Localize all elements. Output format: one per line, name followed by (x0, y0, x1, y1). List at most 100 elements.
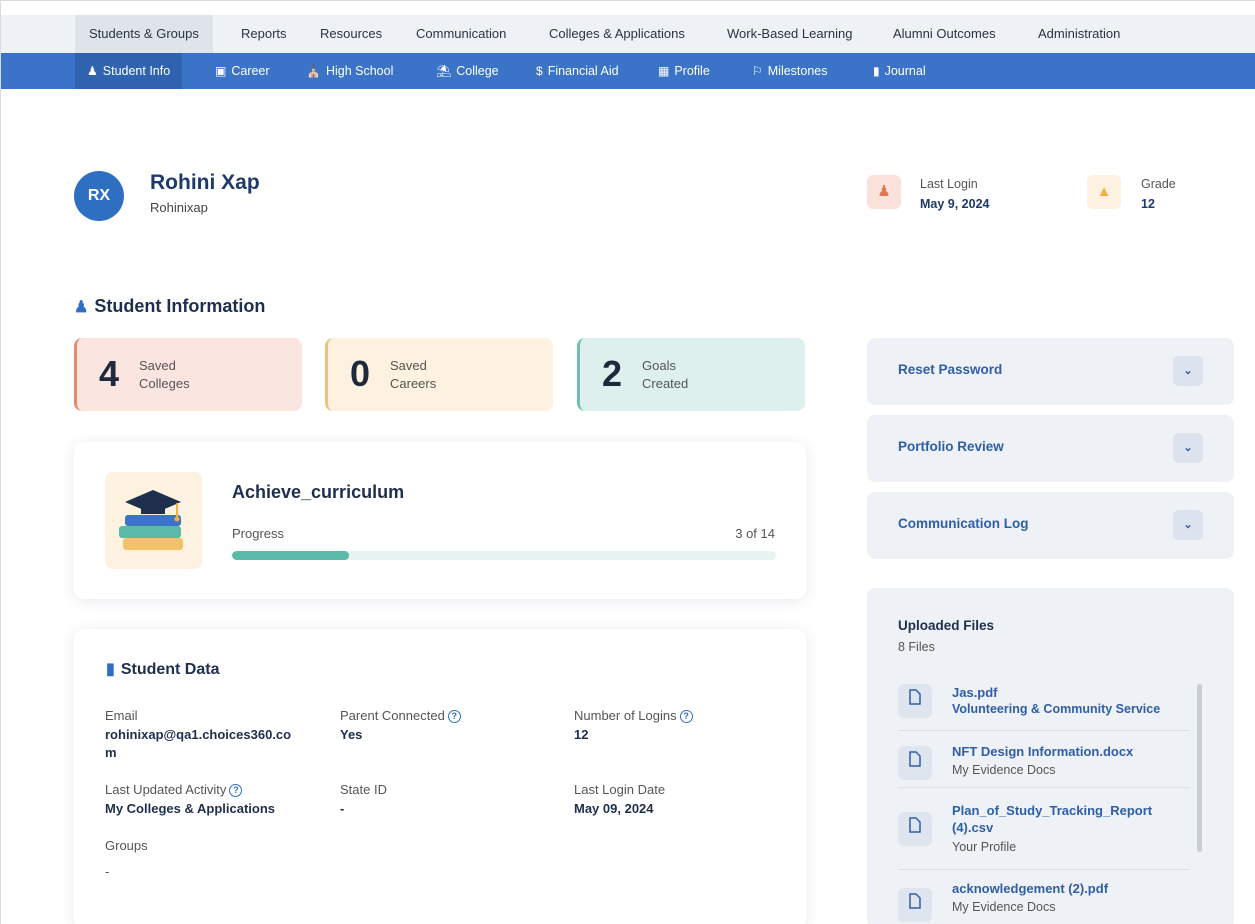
sub-nav-financial-aid[interactable]: $ Financial Aid (524, 53, 631, 89)
sub-nav: ♟ Student Info ▣ Career ⛪ High School ⛱ Coll… (1, 53, 1255, 89)
id-card-icon: ▦ (658, 64, 670, 78)
file-icon (898, 684, 932, 718)
number-of-logins-value: 12 (574, 727, 589, 742)
sub-nav-label: High School (325, 64, 394, 78)
curriculum-card[interactable]: Achieve_curriculum Progress 3 of 14 (74, 442, 806, 599)
number-of-logins-label: Number of Logins? (574, 708, 693, 723)
top-nav-resources[interactable]: Resources (306, 15, 396, 53)
communication-log-accordion[interactable]: Communication Log ⌄ (867, 492, 1234, 559)
top-nav-administration[interactable]: Administration (1024, 15, 1134, 53)
saved-careers-card[interactable]: 0 Saved Careers (325, 338, 553, 411)
last-login-label: Last Login (920, 177, 978, 191)
file-name[interactable]: acknowledgement (2).pdf (952, 880, 1192, 897)
goals-created-label-2: Created (642, 376, 689, 391)
email-label: Email (105, 708, 138, 723)
portfolio-review-accordion[interactable]: Portfolio Review ⌄ (867, 415, 1234, 482)
sub-nav-label: Milestones (767, 64, 828, 78)
groups-label: Groups (105, 838, 148, 853)
number-of-logins-label-text: Number of Logins (574, 708, 677, 723)
grade-label: Grade (1141, 177, 1176, 191)
top-nav-communication[interactable]: Communication (402, 15, 520, 53)
goals-created-card[interactable]: 2 Goals Created (577, 338, 805, 411)
help-icon[interactable]: ? (679, 710, 693, 723)
portfolio-review-label: Portfolio Review (898, 439, 1004, 454)
student-username: Rohinixap (150, 200, 208, 215)
sub-nav-milestones[interactable]: ⚐ Milestones (740, 53, 840, 89)
top-nav-work-based-learning[interactable]: Work-Based Learning (713, 15, 867, 53)
file-category: Volunteering & Community Service (952, 702, 1161, 716)
saved-colleges-label-2: Colleges (139, 376, 190, 391)
file-icon (898, 746, 932, 780)
state-id-value: - (340, 801, 345, 816)
file-category: Your Profile (952, 840, 1017, 854)
sub-nav-career[interactable]: ▣ Career (203, 53, 282, 89)
dollar-icon: $ (536, 64, 543, 78)
saved-colleges-card[interactable]: 4 Saved Colleges (74, 338, 302, 411)
user-icon: ♟ (867, 175, 901, 209)
file-name[interactable]: Jas.pdf (952, 684, 1192, 701)
saved-careers-label-1: Saved (390, 358, 427, 373)
progress-label: Progress (232, 526, 285, 541)
sub-nav-profile[interactable]: ▦ Profile (646, 53, 722, 89)
email-value-line-2: m (105, 745, 117, 760)
sub-nav-label: Profile (674, 64, 710, 78)
chevron-down-icon[interactable]: ⌄ (1173, 510, 1203, 540)
progress-bar-fill (232, 551, 349, 560)
saved-careers-count: 0 (350, 353, 371, 394)
sub-nav-journal[interactable]: ▮ Journal (861, 53, 938, 89)
briefcase-icon: ▣ (215, 64, 227, 78)
sub-nav-student-info[interactable]: ♟ Student Info (75, 53, 183, 89)
last-login-date-value: May 09, 2024 (574, 801, 654, 816)
saved-careers-label-2: Careers (390, 376, 437, 391)
state-id-label: State ID (340, 782, 387, 797)
books-icon (105, 472, 202, 569)
user-icon: ♟ (87, 64, 98, 78)
last-updated-activity-label-text: Last Updated Activity (105, 782, 227, 797)
flag-icon: ⚐ (752, 64, 763, 78)
file-name[interactable]: Plan_of_Study_Tracking_Report (4).csv (952, 802, 1192, 836)
file-category: My Evidence Docs (952, 900, 1056, 914)
file-icon (898, 888, 932, 922)
file-item[interactable]: acknowledgement (2).pdf My Evidence Docs (898, 870, 1190, 924)
uploaded-files-panel: Uploaded Files 8 Files Jas.pdf Volunteer… (867, 588, 1234, 924)
email-value: rohinixap@qa1.choices360.co m (105, 726, 291, 762)
sub-nav-high-school[interactable]: ⛪ High School (294, 53, 405, 89)
file-item[interactable]: Jas.pdf Volunteering & Community Service (898, 674, 1190, 731)
sub-nav-label: Student Info (102, 64, 171, 78)
sub-nav-label: Journal (884, 64, 926, 78)
student-data-heading: ▮ Student Data (106, 659, 219, 679)
uploaded-files-count: 8 Files (898, 640, 935, 654)
bank-icon: ⛱ (436, 64, 452, 78)
parent-connected-value: Yes (340, 727, 363, 742)
school-icon: ⛪ (306, 64, 321, 78)
last-login-date-label: Last Login Date (574, 782, 666, 797)
chevron-down-icon[interactable]: ⌄ (1173, 356, 1203, 386)
student-icon: ♟ (74, 299, 89, 316)
student-data-card: ▮ Student Data Email rohinixap@qa1.choice… (74, 629, 806, 924)
help-icon[interactable]: ? (229, 784, 243, 797)
sub-nav-college[interactable]: ⛱ College (424, 53, 511, 89)
top-nav-colleges-applications[interactable]: Colleges & Applications (535, 15, 699, 53)
chevron-down-icon[interactable]: ⌄ (1173, 433, 1203, 463)
file-category: My Evidence Docs (952, 763, 1056, 777)
avatar: RX (74, 171, 124, 221)
goals-created-count: 2 (602, 353, 623, 394)
communication-log-label: Communication Log (898, 516, 1029, 531)
top-nav: Students & Groups Reports Resources Comm… (1, 15, 1255, 53)
file-name[interactable]: NFT Design Information.docx (952, 743, 1192, 760)
book-icon: ▮ (106, 661, 115, 678)
file-name-line-1: Plan_of_Study_Tracking_Report (952, 803, 1153, 818)
sub-nav-label: Career (231, 64, 270, 78)
top-nav-students-groups[interactable]: Students & Groups (75, 15, 213, 53)
grade-value: 12 (1141, 197, 1155, 211)
file-item[interactable]: Plan_of_Study_Tracking_Report (4).csv You… (898, 788, 1190, 870)
reset-password-accordion[interactable]: Reset Password ⌄ (867, 338, 1234, 405)
email-value-line-1: rohinixap@qa1.choices360.co (105, 727, 292, 742)
top-nav-reports[interactable]: Reports (227, 15, 301, 53)
file-item[interactable]: NFT Design Information.docx My Evidence … (898, 731, 1190, 788)
files-scrollbar[interactable] (1197, 684, 1202, 852)
help-icon[interactable]: ? (447, 710, 461, 723)
last-login-value: May 9, 2024 (920, 197, 990, 211)
top-nav-alumni-outcomes[interactable]: Alumni Outcomes (879, 15, 1010, 53)
app-frame: Students & Groups Reports Resources Comm… (0, 0, 1255, 924)
